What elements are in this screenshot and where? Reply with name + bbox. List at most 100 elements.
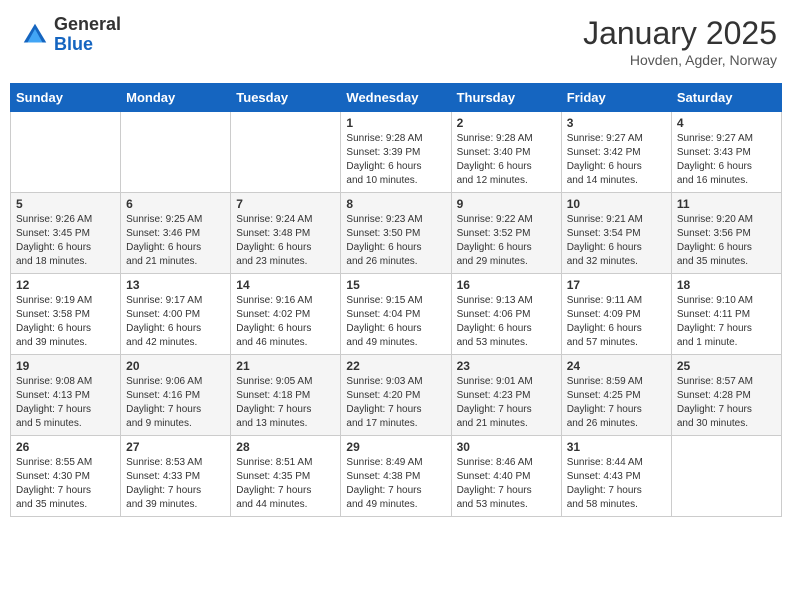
weekday-header-friday: Friday — [561, 84, 671, 112]
logo-text: General Blue — [54, 15, 121, 55]
day-info: Sunrise: 9:27 AM Sunset: 3:42 PM Dayligh… — [567, 132, 666, 188]
calendar-cell: 17Sunrise: 9:11 AM Sunset: 4:09 PM Dayli… — [561, 274, 671, 355]
day-info: Sunrise: 9:13 AM Sunset: 4:06 PM Dayligh… — [457, 294, 556, 350]
day-number: 3 — [567, 116, 666, 130]
day-info: Sunrise: 9:16 AM Sunset: 4:02 PM Dayligh… — [236, 294, 335, 350]
calendar-cell: 22 Sunrise: 9:03 AM Sunset: 4:20 PM Dayli… — [341, 355, 451, 436]
weekday-header-wednesday: Wednesday — [341, 84, 451, 112]
day-number: 15 — [346, 278, 445, 292]
calendar-cell: 18Sunrise: 9:10 AM Sunset: 4:11 PM Dayli… — [671, 274, 781, 355]
day-number: 30 — [457, 440, 556, 454]
calendar-cell: 14Sunrise: 9:16 AM Sunset: 4:02 PM Dayli… — [231, 274, 341, 355]
day-info: Sunrise: 9:03 AM Sunset: 4:20 PM Dayligh… — [346, 375, 445, 431]
day-number: 19 — [16, 359, 115, 373]
day-number: 5 — [16, 197, 115, 211]
calendar-cell: 8 Sunrise: 9:23 AM Sunset: 3:50 PM Daylig… — [341, 193, 451, 274]
calendar-cell: 1Sunrise: 9:28 AM Sunset: 3:39 PM Daylig… — [341, 112, 451, 193]
calendar-cell: 20 Sunrise: 9:06 AM Sunset: 4:16 PM Dayli… — [121, 355, 231, 436]
calendar-cell: 12 Sunrise: 9:19 AM Sunset: 3:58 PM Dayli… — [11, 274, 121, 355]
calendar-cell: 15 Sunrise: 9:15 AM Sunset: 4:04 PM Dayli… — [341, 274, 451, 355]
day-info: Sunrise: 8:44 AM Sunset: 4:43 PM Dayligh… — [567, 456, 666, 512]
day-number: 8 — [346, 197, 445, 211]
day-info: Sunrise: 9:22 AM Sunset: 3:52 PM Dayligh… — [457, 213, 556, 269]
calendar-cell: 9 Sunrise: 9:22 AM Sunset: 3:52 PM Daylig… — [451, 193, 561, 274]
calendar-cell: 5Sunrise: 9:26 AM Sunset: 3:45 PM Daylig… — [11, 193, 121, 274]
day-info: Sunrise: 9:17 AM Sunset: 4:00 PM Dayligh… — [126, 294, 225, 350]
day-number: 31 — [567, 440, 666, 454]
weekday-header-tuesday: Tuesday — [231, 84, 341, 112]
calendar-cell: 27Sunrise: 8:53 AM Sunset: 4:33 PM Dayli… — [121, 436, 231, 517]
day-number: 25 — [677, 359, 776, 373]
day-number: 13 — [126, 278, 225, 292]
day-number: 26 — [16, 440, 115, 454]
day-number: 17 — [567, 278, 666, 292]
weekday-header-saturday: Saturday — [671, 84, 781, 112]
weekday-header-sunday: Sunday — [11, 84, 121, 112]
day-info: Sunrise: 9:19 AM Sunset: 3:58 PM Dayligh… — [16, 294, 115, 350]
weekday-header-monday: Monday — [121, 84, 231, 112]
day-info: Sunrise: 9:01 AM Sunset: 4:23 PM Dayligh… — [457, 375, 556, 431]
calendar-cell: 29 Sunrise: 8:49 AM Sunset: 4:38 PM Dayli… — [341, 436, 451, 517]
day-info: Sunrise: 9:24 AM Sunset: 3:48 PM Dayligh… — [236, 213, 335, 269]
day-info: Sunrise: 9:15 AM Sunset: 4:04 PM Dayligh… — [346, 294, 445, 350]
weekday-header-row: SundayMondayTuesdayWednesdayThursdayFrid… — [11, 84, 782, 112]
day-info: Sunrise: 8:57 AM Sunset: 4:28 PM Dayligh… — [677, 375, 776, 431]
day-info: Sunrise: 9:20 AM Sunset: 3:56 PM Dayligh… — [677, 213, 776, 269]
day-number: 27 — [126, 440, 225, 454]
day-info: Sunrise: 9:06 AM Sunset: 4:16 PM Dayligh… — [126, 375, 225, 431]
logo-general-text: General — [54, 15, 121, 35]
day-info: Sunrise: 8:49 AM Sunset: 4:38 PM Dayligh… — [346, 456, 445, 512]
day-info: Sunrise: 9:25 AM Sunset: 3:46 PM Dayligh… — [126, 213, 225, 269]
day-info: Sunrise: 8:51 AM Sunset: 4:35 PM Dayligh… — [236, 456, 335, 512]
calendar-cell: 2 Sunrise: 9:28 AM Sunset: 3:40 PM Daylig… — [451, 112, 561, 193]
day-number: 28 — [236, 440, 335, 454]
calendar-cell: 21 Sunrise: 9:05 AM Sunset: 4:18 PM Dayli… — [231, 355, 341, 436]
calendar-week-3: 12 Sunrise: 9:19 AM Sunset: 3:58 PM Dayli… — [11, 274, 782, 355]
day-info: Sunrise: 9:28 AM Sunset: 3:40 PM Dayligh… — [457, 132, 556, 188]
day-info: Sunrise: 9:05 AM Sunset: 4:18 PM Dayligh… — [236, 375, 335, 431]
calendar-cell: 24 Sunrise: 8:59 AM Sunset: 4:25 PM Dayli… — [561, 355, 671, 436]
location: Hovden, Agder, Norway — [583, 52, 777, 68]
calendar-week-5: 26Sunrise: 8:55 AM Sunset: 4:30 PM Dayli… — [11, 436, 782, 517]
logo-icon — [20, 20, 50, 50]
day-info: Sunrise: 8:46 AM Sunset: 4:40 PM Dayligh… — [457, 456, 556, 512]
title-block: January 2025 Hovden, Agder, Norway — [583, 15, 777, 68]
calendar-cell: 13 Sunrise: 9:17 AM Sunset: 4:00 PM Dayli… — [121, 274, 231, 355]
day-number: 4 — [677, 116, 776, 130]
day-number: 16 — [457, 278, 556, 292]
day-number: 2 — [457, 116, 556, 130]
header: General Blue January 2025 Hovden, Agder,… — [10, 10, 782, 73]
calendar-cell: 28 Sunrise: 8:51 AM Sunset: 4:35 PM Dayli… — [231, 436, 341, 517]
calendar-cell: 26Sunrise: 8:55 AM Sunset: 4:30 PM Dayli… — [11, 436, 121, 517]
day-info: Sunrise: 9:27 AM Sunset: 3:43 PM Dayligh… — [677, 132, 776, 188]
calendar-cell — [11, 112, 121, 193]
day-number: 9 — [457, 197, 556, 211]
logo-blue-text: Blue — [54, 35, 121, 55]
calendar-cell — [671, 436, 781, 517]
calendar-cell: 19 Sunrise: 9:08 AM Sunset: 4:13 PM Dayli… — [11, 355, 121, 436]
day-number: 23 — [457, 359, 556, 373]
month-title: January 2025 — [583, 15, 777, 52]
day-info: Sunrise: 9:23 AM Sunset: 3:50 PM Dayligh… — [346, 213, 445, 269]
day-number: 24 — [567, 359, 666, 373]
calendar: SundayMondayTuesdayWednesdayThursdayFrid… — [10, 83, 782, 517]
calendar-week-2: 5Sunrise: 9:26 AM Sunset: 3:45 PM Daylig… — [11, 193, 782, 274]
day-number: 29 — [346, 440, 445, 454]
calendar-cell: 10Sunrise: 9:21 AM Sunset: 3:54 PM Dayli… — [561, 193, 671, 274]
calendar-cell: 25 Sunrise: 8:57 AM Sunset: 4:28 PM Dayli… — [671, 355, 781, 436]
day-info: Sunrise: 9:08 AM Sunset: 4:13 PM Dayligh… — [16, 375, 115, 431]
weekday-header-thursday: Thursday — [451, 84, 561, 112]
day-number: 12 — [16, 278, 115, 292]
day-number: 22 — [346, 359, 445, 373]
calendar-cell — [231, 112, 341, 193]
day-number: 18 — [677, 278, 776, 292]
calendar-cell: 6 Sunrise: 9:25 AM Sunset: 3:46 PM Daylig… — [121, 193, 231, 274]
day-number: 21 — [236, 359, 335, 373]
day-number: 20 — [126, 359, 225, 373]
calendar-cell: 3 Sunrise: 9:27 AM Sunset: 3:42 PM Daylig… — [561, 112, 671, 193]
calendar-cell: 4 Sunrise: 9:27 AM Sunset: 3:43 PM Daylig… — [671, 112, 781, 193]
day-number: 6 — [126, 197, 225, 211]
calendar-cell: 11Sunrise: 9:20 AM Sunset: 3:56 PM Dayli… — [671, 193, 781, 274]
day-info: Sunrise: 8:59 AM Sunset: 4:25 PM Dayligh… — [567, 375, 666, 431]
calendar-cell: 31 Sunrise: 8:44 AM Sunset: 4:43 PM Dayli… — [561, 436, 671, 517]
